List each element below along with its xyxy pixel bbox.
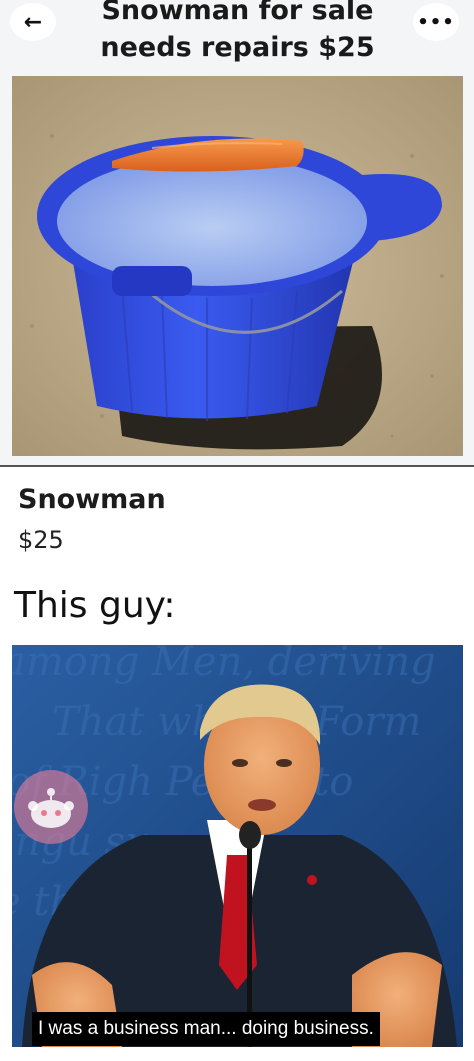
reddit-alien-icon — [28, 788, 74, 828]
mouth — [248, 799, 276, 811]
bucket-photo-illustration — [12, 76, 463, 456]
speaker-illustration: among Men, deriving That wh any Form of … — [12, 645, 463, 1047]
reddit-watermark — [14, 770, 88, 844]
bucket-handle-grip — [112, 266, 192, 296]
back-button[interactable]: ← — [10, 3, 56, 41]
right-eye — [276, 759, 292, 767]
microphone — [239, 821, 261, 849]
post-title: Snowman for sale needs repairs $25 — [100, 0, 375, 63]
meme-subtitle: I was a business man... doing business. — [32, 1012, 380, 1046]
meme-image: among Men, deriving That wh any Form of … — [12, 645, 463, 1047]
listing-photo[interactable] — [12, 76, 463, 456]
listing-title: Snowman — [18, 484, 166, 515]
back-arrow-icon: ← — [23, 9, 43, 35]
meme-caption: This guy: — [14, 585, 176, 626]
flag-pin — [307, 875, 317, 885]
divider — [0, 465, 474, 467]
post-header: ← Snowman for sale needs repairs $25 ••• — [0, 0, 474, 76]
listing-price: $25 — [18, 526, 64, 554]
marketplace-screenshot: ← Snowman for sale needs repairs $25 ••• — [0, 0, 474, 466]
more-options-icon: ••• — [417, 11, 455, 33]
left-eye — [232, 759, 248, 767]
more-options-button[interactable]: ••• — [413, 3, 459, 41]
bucket-water — [57, 156, 367, 286]
svg-text:among Men, deriving: among Men, deriving — [12, 645, 436, 685]
